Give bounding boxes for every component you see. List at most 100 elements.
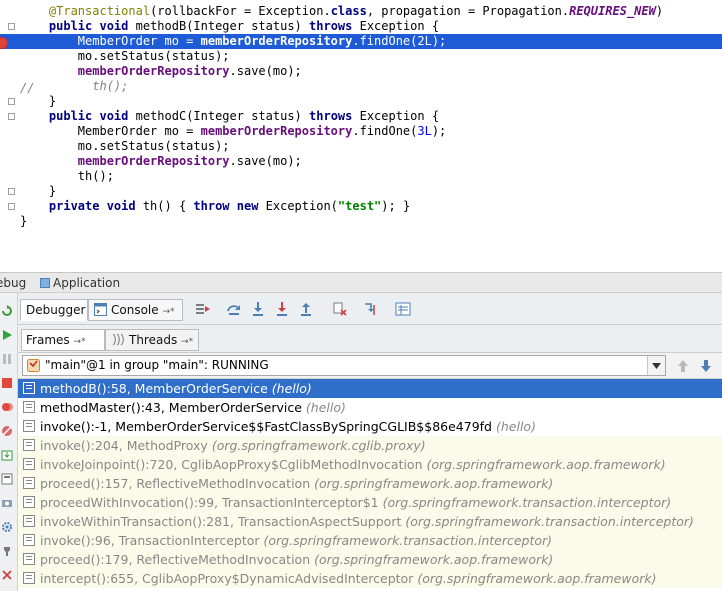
frame-package: (org.springframework.transaction.interce… bbox=[263, 533, 553, 548]
frame-row[interactable]: methodB():58, MemberOrderService (hello) bbox=[18, 379, 722, 398]
frame-row[interactable]: invoke():96, TransactionInterceptor (org… bbox=[18, 531, 722, 550]
code-token: th(); bbox=[20, 169, 114, 183]
previous-frame-arrow-up-icon[interactable] bbox=[676, 359, 690, 373]
code-token: ); bbox=[431, 34, 447, 48]
pause-icon[interactable] bbox=[1, 353, 13, 365]
thread-selector-bar: "main"@1 in group "main": RUNNING bbox=[18, 353, 722, 379]
force-step-into-icon[interactable] bbox=[274, 301, 290, 317]
code-line[interactable]: @Transactional(rollbackFor = Exception.c… bbox=[0, 4, 722, 19]
code-token: .save(mo); bbox=[229, 154, 302, 168]
code-token: ); } bbox=[381, 199, 411, 213]
code-token: memberOrderRepository bbox=[77, 154, 230, 168]
code-line-text: public void methodB(Integer status) thro… bbox=[20, 19, 439, 34]
frames-list[interactable]: methodB():58, MemberOrderService (hello)… bbox=[18, 379, 722, 591]
frame-text: invokeJoinpoint():720, CglibAopProxy$Cgl… bbox=[40, 455, 666, 474]
frame-package: (org.springframework.cglib.proxy) bbox=[211, 438, 426, 453]
code-line[interactable]: private void th() { throw new Exception(… bbox=[0, 199, 722, 214]
frame-method: invoke():96, TransactionInterceptor bbox=[40, 533, 260, 548]
code-token: 3L bbox=[417, 124, 432, 138]
thread-suspended-icon bbox=[27, 359, 40, 372]
rerun-icon[interactable] bbox=[1, 305, 13, 317]
code-line[interactable]: memberOrderRepository.save(mo); bbox=[0, 64, 722, 79]
resume-icon[interactable] bbox=[1, 329, 13, 341]
frame-row[interactable]: invoke():204, MethodProxy (org.springfra… bbox=[18, 436, 722, 455]
thread-select[interactable]: "main"@1 in group "main": RUNNING bbox=[22, 355, 666, 376]
drop-frame-icon[interactable] bbox=[332, 301, 348, 317]
frame-row[interactable]: proceed():157, ReflectiveMethodInvocatio… bbox=[18, 474, 722, 493]
code-line[interactable]: } bbox=[0, 214, 722, 229]
frame-package: (org.springframework.aop.framework) bbox=[314, 552, 554, 567]
step-over-icon[interactable] bbox=[226, 301, 242, 317]
frame-row[interactable]: proceedWithInvocation():99, TransactionI… bbox=[18, 493, 722, 512]
code-line[interactable]: } bbox=[0, 184, 722, 199]
code-line[interactable]: memberOrderRepository.save(mo); bbox=[0, 154, 722, 169]
code-line[interactable]: MemberOrder mo = memberOrderRepository.f… bbox=[0, 34, 722, 49]
stack-frame-icon bbox=[23, 534, 35, 546]
code-line[interactable]: mo.setStatus(status); bbox=[0, 49, 722, 64]
code-token: public void bbox=[48, 109, 129, 123]
code-token: @Transactional bbox=[48, 4, 151, 18]
code-line[interactable]: th(); bbox=[0, 169, 722, 184]
restore-layout-icon[interactable] bbox=[1, 473, 13, 485]
frame-row[interactable]: proceed():179, ReflectiveMethodInvocatio… bbox=[18, 550, 722, 569]
tab-frames[interactable]: Frames →* bbox=[21, 329, 105, 351]
frame-text: methodMaster():43, MemberOrderService (h… bbox=[40, 398, 346, 417]
frame-row[interactable]: intercept():655, CglibAopProxy$DynamicAd… bbox=[18, 569, 722, 588]
run-config-name[interactable]: Application bbox=[53, 273, 120, 293]
mute-breakpoints-icon[interactable] bbox=[1, 425, 13, 437]
code-line[interactable]: MemberOrder mo = memberOrderRepository.f… bbox=[0, 124, 722, 139]
tab-console[interactable]: Console →* bbox=[88, 299, 183, 321]
code-token: memberOrderRepository bbox=[200, 34, 353, 48]
frame-row[interactable]: invoke():-1, MemberOrderService$$FastCla… bbox=[18, 417, 722, 436]
code-line[interactable]: public void methodC(Integer status) thro… bbox=[0, 109, 722, 124]
frame-method: invoke():204, MethodProxy bbox=[40, 438, 208, 453]
fold-toggle-icon[interactable] bbox=[8, 23, 15, 30]
frame-package: (hello) bbox=[305, 400, 346, 415]
fold-toggle-icon[interactable] bbox=[8, 188, 15, 195]
code-token: throws bbox=[309, 109, 353, 123]
code-line-text: memberOrderRepository.save(mo); bbox=[20, 154, 302, 169]
tab-debugger[interactable]: Debugger bbox=[20, 299, 88, 321]
next-frame-arrow-down-icon[interactable] bbox=[699, 359, 713, 373]
tab-threads-label: Threads bbox=[129, 333, 178, 347]
stack-frame-icon bbox=[23, 382, 35, 394]
code-token: throw new bbox=[193, 199, 259, 213]
close-icon[interactable] bbox=[1, 569, 13, 581]
dropdown-button[interactable] bbox=[647, 356, 665, 375]
view-breakpoints-icon[interactable] bbox=[1, 401, 13, 413]
camera-icon[interactable] bbox=[1, 497, 13, 509]
code-line-text: } bbox=[20, 214, 27, 229]
frame-row[interactable]: invokeWithinTransaction():281, Transacti… bbox=[18, 512, 722, 531]
evaluate-expression-icon[interactable] bbox=[395, 301, 411, 317]
fold-toggle-icon[interactable] bbox=[8, 203, 15, 210]
step-into-icon[interactable] bbox=[250, 301, 266, 317]
debug-side-toolbar bbox=[0, 293, 18, 591]
code-line[interactable]: } bbox=[0, 94, 722, 109]
stack-frame-icon bbox=[23, 572, 35, 584]
code-line[interactable]: th(); bbox=[0, 79, 722, 94]
fold-toggle-icon[interactable] bbox=[8, 113, 15, 120]
show-execution-point-icon[interactable] bbox=[195, 301, 211, 317]
code-editor[interactable]: @Transactional(rollbackFor = Exception.c… bbox=[0, 0, 722, 272]
frame-row[interactable]: methodMaster():43, MemberOrderService (h… bbox=[18, 398, 722, 417]
frame-method: invoke():-1, MemberOrderService$$FastCla… bbox=[40, 419, 492, 434]
step-out-icon[interactable] bbox=[298, 301, 314, 317]
debug-tool-window-title: ebug Application bbox=[0, 272, 722, 293]
code-line-text: memberOrderRepository.save(mo); bbox=[20, 64, 302, 79]
code-token: MemberOrder mo = bbox=[20, 34, 201, 48]
settings-icon[interactable] bbox=[1, 521, 13, 533]
code-line[interactable]: public void methodB(Integer status) thro… bbox=[0, 19, 722, 34]
frame-method: invokeWithinTransaction():281, Transacti… bbox=[40, 514, 402, 529]
frame-row[interactable]: invokeJoinpoint():720, CglibAopProxy$Cgl… bbox=[18, 455, 722, 474]
stack-frame-icon bbox=[23, 439, 35, 451]
fold-toggle-icon[interactable] bbox=[8, 98, 15, 105]
code-line-text: } bbox=[20, 94, 56, 109]
stop-icon[interactable] bbox=[1, 377, 13, 389]
run-to-cursor-icon[interactable] bbox=[363, 301, 379, 317]
code-line[interactable]: mo.setStatus(status); bbox=[0, 139, 722, 154]
pin-tab-icon[interactable] bbox=[1, 545, 13, 557]
tab-threads[interactable]: Threads →* bbox=[105, 329, 199, 351]
code-token: th(); bbox=[20, 79, 129, 93]
frame-text: invoke():204, MethodProxy (org.springfra… bbox=[40, 436, 426, 455]
get-thread-dump-icon[interactable] bbox=[1, 449, 13, 461]
